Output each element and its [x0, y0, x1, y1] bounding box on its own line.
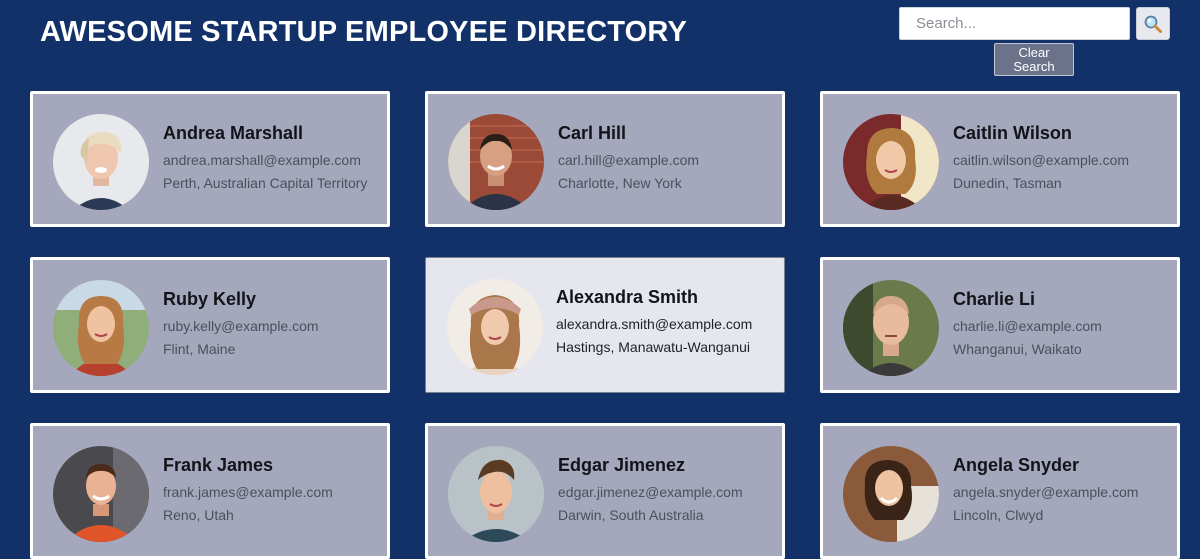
employee-card[interactable]: Alexandra Smith alexandra.smith@example.… — [425, 257, 785, 393]
employee-email: frank.james@example.com — [163, 484, 333, 500]
employee-location: Lincoln, Clwyd — [953, 507, 1044, 523]
employee-location: Dunedin, Tasman — [953, 175, 1062, 191]
employee-email: edgar.jimenez@example.com — [558, 484, 743, 500]
employee-email: alexandra.smith@example.com — [556, 316, 753, 332]
employee-location: Perth, Australian Capital Territory — [163, 175, 368, 191]
employee-name: Ruby Kelly — [163, 289, 257, 309]
employee-name: Caitlin Wilson — [953, 123, 1072, 143]
employee-card[interactable]: Caitlin Wilson caitlin.wilson@example.co… — [820, 91, 1180, 227]
employee-name: Frank James — [163, 455, 274, 475]
employee-card[interactable]: Charlie Li charlie.li@example.com Whanga… — [820, 257, 1180, 393]
avatar — [448, 446, 544, 542]
employee-location: Whanganui, Waikato — [953, 341, 1082, 357]
avatar — [53, 114, 149, 210]
employee-name: Edgar Jimenez — [558, 455, 686, 475]
employee-location: Darwin, South Australia — [558, 507, 704, 523]
employee-name: Charlie Li — [953, 289, 1036, 309]
avatar — [843, 114, 939, 210]
search-input[interactable] — [899, 7, 1130, 40]
page-title: AWESOME STARTUP EMPLOYEE DIRECTORY — [40, 16, 688, 48]
employee-card[interactable]: Andrea Marshall andrea.marshall@example.… — [30, 91, 390, 227]
magnifier-icon — [1144, 15, 1162, 33]
employee-card[interactable]: Frank James frank.james@example.com Reno… — [30, 423, 390, 559]
employee-location: Reno, Utah — [163, 507, 234, 523]
employee-email: caitlin.wilson@example.com — [953, 152, 1130, 168]
avatar — [447, 279, 543, 375]
employee-name: Carl Hill — [558, 123, 627, 143]
employee-location: Hastings, Manawatu-Wanganui — [556, 339, 751, 355]
search-button[interactable] — [1136, 7, 1170, 40]
employee-card[interactable]: Angela Snyder angela.snyder@example.com … — [820, 423, 1180, 559]
employee-location: Flint, Maine — [163, 341, 236, 357]
employee-email: carl.hill@example.com — [558, 152, 700, 168]
avatar — [843, 280, 939, 376]
employee-card[interactable]: Ruby Kelly ruby.kelly@example.com Flint,… — [30, 257, 390, 393]
avatar — [448, 114, 544, 210]
employee-name: Andrea Marshall — [163, 123, 304, 143]
employee-name: Angela Snyder — [953, 455, 1080, 475]
employee-gallery: Andrea Marshall andrea.marshall@example.… — [30, 91, 1180, 559]
employee-email: ruby.kelly@example.com — [163, 318, 319, 334]
employee-name: Alexandra Smith — [556, 287, 699, 307]
employee-email: angela.snyder@example.com — [953, 484, 1139, 500]
employee-email: charlie.li@example.com — [953, 318, 1102, 334]
employee-location: Charlotte, New York — [558, 175, 682, 191]
avatar — [53, 446, 149, 542]
avatar — [53, 280, 149, 376]
avatar — [843, 446, 939, 542]
employee-card[interactable]: Edgar Jimenez edgar.jimenez@example.com … — [425, 423, 785, 559]
clear-search-button[interactable]: Clear Search — [994, 43, 1074, 76]
employee-card[interactable]: Carl Hill carl.hill@example.com Charlott… — [425, 91, 785, 227]
employee-email: andrea.marshall@example.com — [163, 152, 361, 168]
